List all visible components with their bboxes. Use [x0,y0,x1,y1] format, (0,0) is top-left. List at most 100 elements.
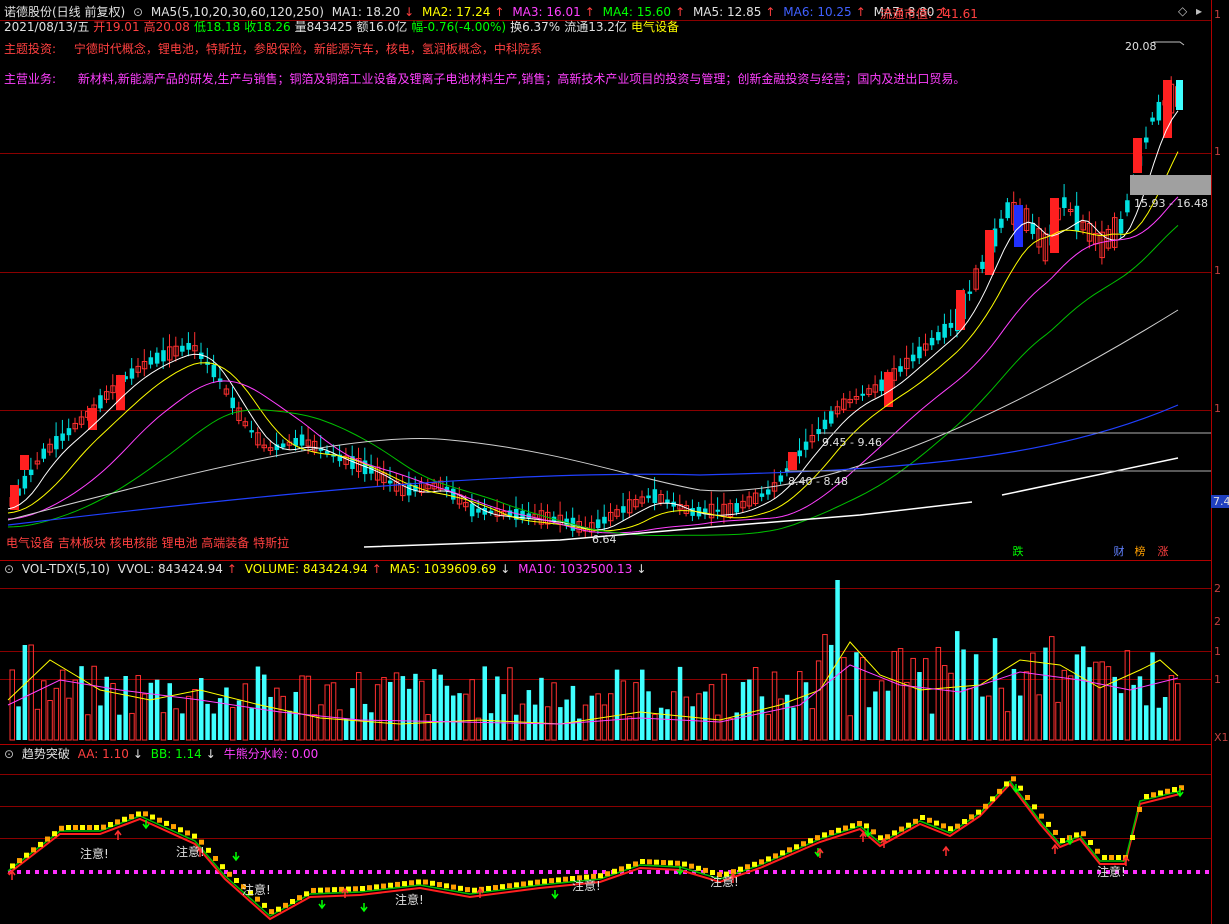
volume-unit: X10 [1214,731,1229,744]
stock-title[interactable]: 诺德股份(日线 前复权) [4,5,125,19]
volume-bar [752,667,759,741]
volume-bar [640,669,645,740]
trend-block [1158,790,1163,796]
volume-tick: 1 [1214,645,1221,658]
badge-bang[interactable]: 榜 [1134,544,1146,558]
volume-bar [620,680,627,741]
sell-arrow-icon [232,852,240,862]
volume-bar [1036,694,1042,741]
volume-bar [293,691,298,740]
volume-bar [1087,667,1092,740]
volume-bar [104,676,109,740]
badge-cai-label: 财 [1113,545,1125,558]
arrow-down-icon: ↓ [500,562,511,576]
volume-bar [854,652,859,740]
volume-bar [1105,666,1112,741]
zone-label-2: 9.45 - 9.46 [822,436,882,449]
diamond-icon[interactable]: ◇ [1178,4,1187,18]
trend-block [556,877,561,883]
trend-block [899,826,904,832]
volume-bar [350,688,355,740]
trend-block [892,830,897,836]
trend-block [878,835,883,841]
trend-block [1081,831,1086,837]
volume-bar [633,682,639,741]
trend-block [493,885,498,891]
trend-block [864,823,869,829]
volume-bar [935,646,942,741]
volume-bar [185,695,192,741]
candle-body [88,408,97,430]
volume-bar [160,712,167,741]
settings-icon[interactable]: ⊙ [4,562,14,576]
badge-cai[interactable]: 财 [1113,544,1125,558]
price-tag: 7.4 [1211,495,1229,508]
settings-icon[interactable]: ⊙ [133,5,143,19]
trend-block [836,827,841,833]
volume-bar [1150,652,1155,740]
low-price-label: 6.64 [592,533,617,546]
trend-block [87,825,92,830]
volume-bar [897,648,904,741]
arrow-up-icon: ↑ [371,562,382,576]
candle-body [956,290,965,330]
volume-bar [224,687,229,740]
candle-body [1030,222,1036,234]
candle-body [1176,80,1183,110]
candle-body [154,352,160,364]
candle-body [1144,137,1149,143]
price-chart[interactable] [0,0,1211,924]
volume-tick: 1 [1214,673,1221,686]
candle-body [860,393,865,396]
trend-block [528,880,533,886]
volume-bar [22,645,28,740]
quote-date: 2021/08/13/五 [4,20,90,34]
volume-bar [199,678,204,740]
volume-bar [747,679,752,740]
volume-bar [280,695,286,741]
volume-bar [180,713,185,740]
trend-block [1116,855,1121,860]
volume-bar [1074,654,1080,740]
volume-bar [249,708,254,740]
ma2-value: MA2: 17.24 [422,5,491,19]
candle-body [230,397,235,409]
volume-bar [330,682,337,741]
volume-bar [866,707,872,740]
candle-body [1156,101,1162,121]
volume-bar [1081,646,1086,740]
trend-indicator-name[interactable]: 趋势突破 [22,747,70,761]
caret-right-icon[interactable]: ▸ [1196,4,1202,18]
buy-arrow-icon [1051,843,1059,854]
trend-block [402,881,407,887]
trend-block [619,866,624,872]
badge-zhang[interactable]: 涨 [1157,544,1169,558]
trend-block [689,863,694,869]
ma-indicator-name[interactable]: MA5(5,10,20,30,60,120,250) [151,5,324,19]
candle-body [10,485,19,510]
quote-industry: 电气设备 [630,20,679,34]
badge-die[interactable]: 跌 [1012,544,1024,558]
candle-body [161,350,166,362]
trend-block [948,826,953,832]
trend-line-value: 牛熊分水岭: 0.00 [223,747,319,761]
volume-indicator-name[interactable]: VOL-TDX(5,10) [22,562,110,576]
trend-block [409,880,414,886]
volume-bar [1004,711,1011,741]
quote-amount: 额16.0亿 [356,20,408,34]
trend-block [815,835,820,841]
volume-bar [91,665,97,741]
candle-body [690,508,695,516]
candle-body [778,475,784,482]
trend-note: 注意! [395,893,424,907]
volume-bar [973,654,979,740]
trend-block [297,895,302,901]
volume-bar [457,693,462,740]
volume-bar [690,706,695,740]
volume-bar [1131,684,1136,740]
candle-body [646,495,651,499]
settings-icon[interactable]: ⊙ [4,747,14,761]
trend-block [423,879,428,885]
trend-block [276,906,281,912]
arrow-up-icon: ↑ [584,5,595,19]
